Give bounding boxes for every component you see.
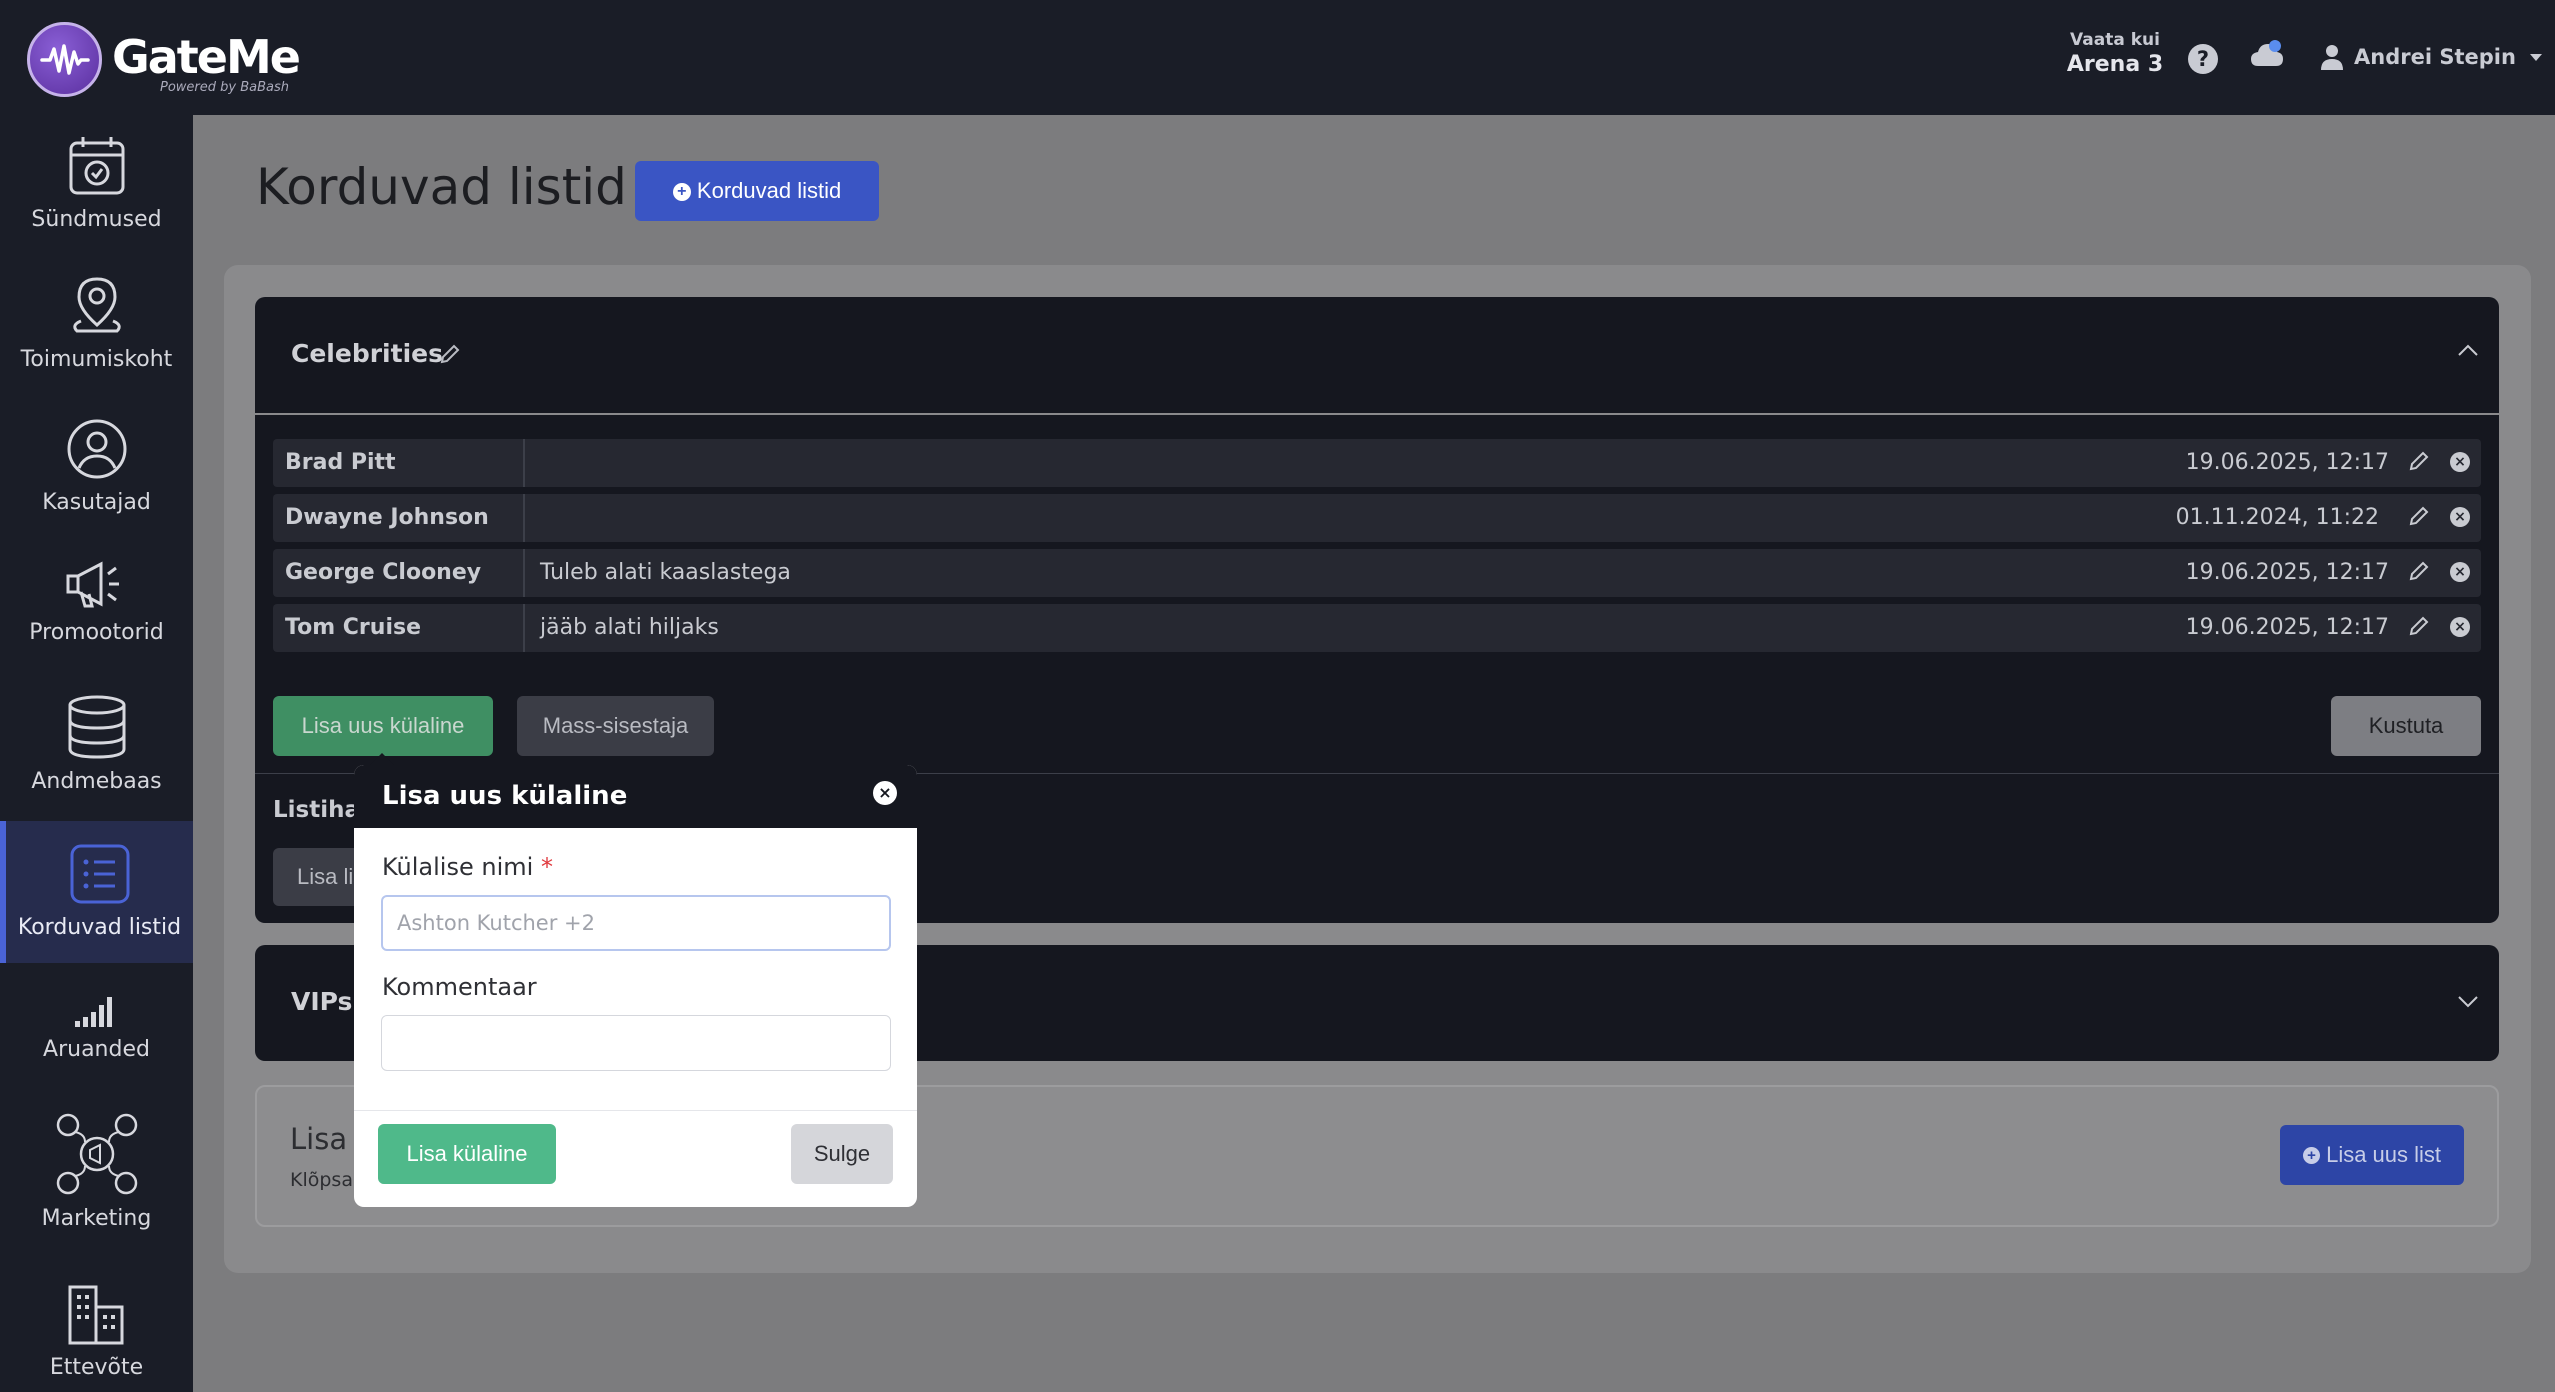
chevron-up-icon[interactable] bbox=[2457, 343, 2479, 357]
sidebar-item-andmebaas[interactable]: Andmebaas bbox=[0, 695, 193, 794]
page-title: Korduvad listid bbox=[256, 158, 627, 216]
brand-tagline: Powered by BaBash bbox=[160, 80, 290, 95]
pencil-icon[interactable] bbox=[440, 344, 460, 364]
comment-input[interactable] bbox=[381, 1015, 891, 1071]
guest-date: 01.11.2024, 11:22 bbox=[2175, 505, 2379, 530]
popover-header: Lisa uus külaline × bbox=[354, 765, 917, 828]
sidebar-item-label: Toimumiskoht bbox=[20, 347, 173, 372]
table-row[interactable]: Tom Cruise jääb alati hiljaks 19.06.2025… bbox=[273, 604, 2481, 652]
guest-name-label: Külalise nimi * bbox=[382, 853, 553, 881]
chevron-down-icon[interactable] bbox=[2457, 995, 2479, 1009]
list-title: Celebrities bbox=[291, 339, 443, 368]
plus-circle-icon: + bbox=[2302, 1147, 2320, 1165]
brand-logo-icon[interactable] bbox=[27, 22, 102, 97]
guest-name: George Clooney bbox=[285, 560, 482, 585]
pencil-icon[interactable] bbox=[2409, 561, 2429, 581]
sidebar-item-marketing[interactable]: Marketing bbox=[0, 1112, 193, 1231]
remove-circle-icon[interactable]: × bbox=[2450, 562, 2470, 582]
sidebar-item-label: Sündmused bbox=[31, 207, 162, 232]
view-as-label: Vaata kui bbox=[2070, 30, 2160, 50]
guest-name: Dwayne Johnson bbox=[285, 505, 489, 530]
popover-arrow bbox=[370, 753, 394, 765]
map-pin-icon bbox=[72, 277, 121, 333]
user-icon bbox=[2321, 45, 2343, 70]
sidebar-item-sundmused[interactable]: Sündmused bbox=[0, 135, 193, 232]
guest-comment: jääb alati hiljaks bbox=[540, 615, 719, 640]
table-row[interactable]: Brad Pitt 19.06.2025, 12:17 × bbox=[273, 439, 2481, 487]
user-name: Andrei Stepin bbox=[2354, 45, 2516, 69]
table-row[interactable]: George Clooney Tuleb alati kaaslastega 1… bbox=[273, 549, 2481, 597]
list-icon bbox=[70, 844, 129, 904]
row-divider bbox=[523, 494, 525, 542]
guest-date: 19.06.2025, 12:17 bbox=[2185, 450, 2389, 475]
chevron-down-icon bbox=[2529, 53, 2542, 61]
help-icon[interactable]: ? bbox=[2188, 44, 2218, 74]
sidebar-item-label: Promootorid bbox=[29, 620, 164, 645]
remove-circle-icon[interactable]: × bbox=[2450, 452, 2470, 472]
add-new-list-button[interactable]: + Lisa uus list bbox=[2280, 1125, 2464, 1185]
guest-name-input[interactable] bbox=[381, 895, 891, 951]
view-as-value: Arena 3 bbox=[2066, 52, 2164, 77]
guest-name: Brad Pitt bbox=[285, 450, 396, 475]
row-divider bbox=[523, 549, 525, 597]
brand-name: GateMe bbox=[112, 30, 301, 84]
sidebar-item-label: Kasutajad bbox=[42, 490, 151, 515]
pencil-icon[interactable] bbox=[2409, 616, 2429, 636]
row-divider bbox=[523, 439, 525, 487]
calendar-check-icon bbox=[69, 137, 124, 195]
sidebar: Sündmused Toimumiskoht Kasutajad Promoot… bbox=[0, 115, 193, 1392]
megaphone-icon bbox=[66, 561, 119, 608]
list-header-celebrities[interactable]: Celebrities bbox=[255, 297, 2499, 413]
close-icon[interactable]: × bbox=[873, 781, 897, 805]
sidebar-item-toimumiskoht[interactable]: Toimumiskoht bbox=[0, 275, 193, 372]
row-divider bbox=[523, 604, 525, 652]
submit-guest-button[interactable]: Lisa külaline bbox=[378, 1124, 556, 1184]
popover-title: Lisa uus külaline bbox=[382, 781, 628, 811]
guest-name: Tom Cruise bbox=[285, 615, 421, 640]
plus-circle-icon: + bbox=[672, 182, 691, 201]
sidebar-item-label: Marketing bbox=[41, 1206, 152, 1231]
required-mark: * bbox=[540, 853, 553, 881]
sidebar-item-kasutajad[interactable]: Kasutajad bbox=[0, 418, 193, 515]
sidebar-item-label: Ettevõte bbox=[49, 1355, 144, 1380]
sidebar-item-label: Andmebaas bbox=[31, 769, 162, 794]
social-media-icon bbox=[56, 1113, 137, 1195]
user-menu[interactable]: Andrei Stepin bbox=[2320, 44, 2542, 70]
sidebar-item-promootorid[interactable]: Promootorid bbox=[0, 560, 193, 645]
user-circle-icon bbox=[67, 419, 126, 479]
sidebar-item-label: Korduvad listid bbox=[17, 915, 182, 940]
notification-dot bbox=[2269, 40, 2281, 52]
add-guest-button[interactable]: Lisa uus külaline bbox=[273, 696, 493, 756]
guest-date: 19.06.2025, 12:17 bbox=[2185, 560, 2389, 585]
list-title: VIPs bbox=[291, 987, 353, 1016]
view-as-selector[interactable]: Vaata kui Arena 3 bbox=[2060, 30, 2170, 77]
popover-footer-divider bbox=[354, 1110, 917, 1111]
pencil-icon[interactable] bbox=[2409, 451, 2429, 471]
sidebar-item-aruanded[interactable]: Aruanded bbox=[0, 995, 193, 1062]
top-bar: GateMe Powered by BaBash Vaata kui Arena… bbox=[0, 0, 2555, 115]
buildings-icon bbox=[68, 1285, 123, 1345]
comment-label: Kommentaar bbox=[382, 973, 537, 1001]
delete-list-button[interactable]: Kustuta bbox=[2331, 696, 2481, 756]
sidebar-item-korduvad-listid[interactable]: Korduvad listid bbox=[0, 821, 193, 963]
signal-bars-icon bbox=[74, 997, 112, 1027]
new-list-hint: Klõpsa bbox=[290, 1169, 353, 1191]
add-guest-popover: Lisa uus külaline × Külalise nimi * Komm… bbox=[354, 765, 917, 1207]
table-row[interactable]: Dwayne Johnson 01.11.2024, 11:22 × bbox=[273, 494, 2481, 542]
pencil-icon[interactable] bbox=[2409, 506, 2429, 526]
guest-comment: Tuleb alati kaaslastega bbox=[540, 560, 791, 585]
guest-date: 19.06.2025, 12:17 bbox=[2185, 615, 2389, 640]
remove-circle-icon[interactable]: × bbox=[2450, 507, 2470, 527]
sidebar-item-label: Aruanded bbox=[43, 1037, 150, 1062]
bulk-import-button[interactable]: Mass-sisestaja bbox=[517, 696, 714, 756]
sidebar-item-ettevote[interactable]: Ettevõte bbox=[0, 1283, 193, 1380]
database-icon bbox=[68, 695, 125, 759]
add-recurring-list-button[interactable]: + Korduvad listid bbox=[635, 161, 879, 221]
close-popover-button[interactable]: Sulge bbox=[791, 1124, 893, 1184]
remove-circle-icon[interactable]: × bbox=[2450, 617, 2470, 637]
